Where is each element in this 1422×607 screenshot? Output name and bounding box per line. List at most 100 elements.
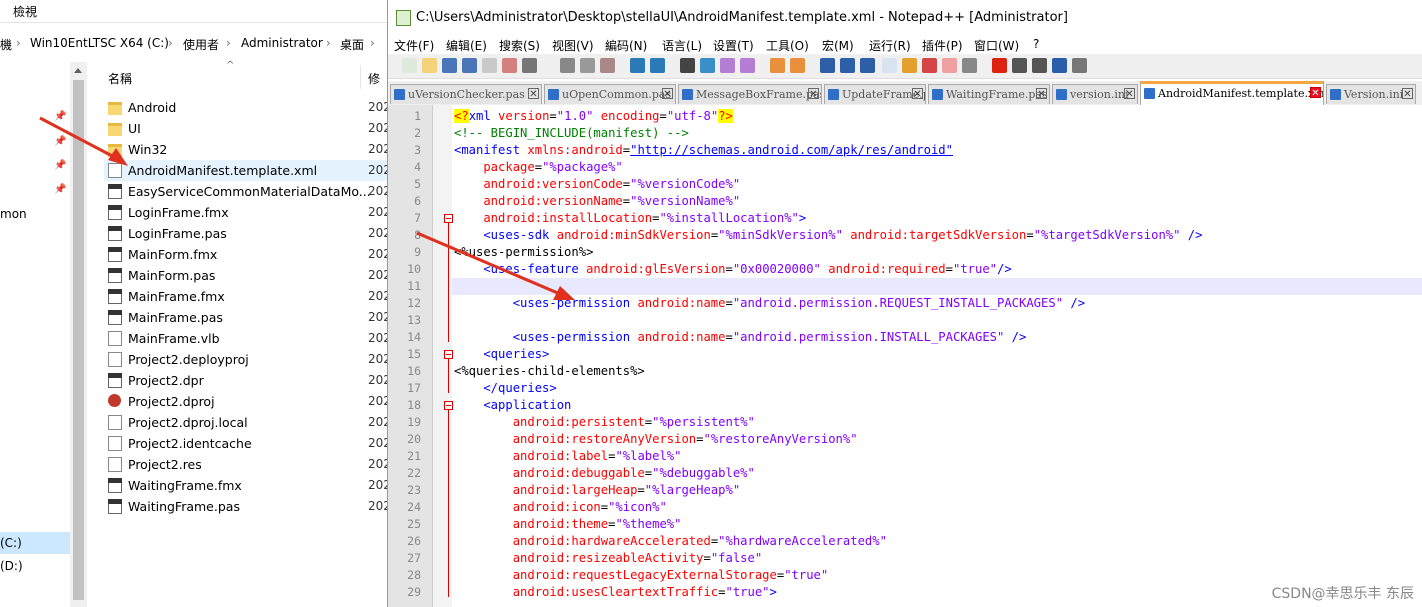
fold-minus-icon[interactable] (444, 350, 453, 359)
code-line[interactable]: android:resizeableActivity="false" (454, 550, 763, 567)
code-line[interactable]: <%queries-child-elements%> (454, 363, 645, 380)
menu-item[interactable]: 插件(P) (922, 37, 963, 54)
code-line[interactable]: <%uses-permission%> (454, 244, 593, 261)
file-row[interactable]: LoginFrame.fmx 202 (104, 202, 391, 223)
record-macro-icon[interactable] (992, 58, 1007, 73)
pin-icon[interactable]: 📌 (54, 160, 66, 171)
run-macro-icon[interactable] (1052, 58, 1067, 73)
zoom-in-icon[interactable] (720, 58, 735, 73)
breadcrumb-users[interactable]: 使用者 (183, 36, 219, 53)
zoom-out-icon[interactable] (740, 58, 755, 73)
find-icon[interactable] (680, 58, 695, 73)
file-row[interactable]: MainFrame.vlb 202 (104, 328, 391, 349)
sync-h-icon[interactable] (790, 58, 805, 73)
file-row[interactable]: Project2.dproj.local 202 (104, 412, 391, 433)
file-row[interactable]: UI 202 (104, 118, 391, 139)
tab-close-icon[interactable]: ✕ (1402, 88, 1413, 100)
code-line[interactable]: android:installLocation="%installLocatio… (454, 210, 806, 227)
stop-macro-icon[interactable] (1012, 58, 1027, 73)
file-row[interactable]: Project2.identcache 202 (104, 433, 391, 454)
paste-icon[interactable] (600, 58, 615, 73)
column-name[interactable]: 名稱 (108, 70, 132, 87)
scroll-up-icon[interactable] (74, 68, 82, 73)
tab-close-icon[interactable]: ✕ (912, 88, 923, 100)
code-line[interactable]: android:restoreAnyVersion="%restoreAnyVe… (454, 431, 858, 448)
close-icon[interactable] (482, 58, 497, 73)
code-line[interactable]: <uses-sdk android:minSdkVersion = "%minSdk… (454, 227, 1202, 244)
fold-minus-icon[interactable] (444, 214, 453, 223)
code-line[interactable]: <queries> (454, 346, 549, 363)
editor-tab[interactable]: AndroidManifest.template.xml ✕ (1140, 81, 1324, 105)
file-row[interactable]: LoginFrame.pas 202 (104, 223, 391, 244)
code-line[interactable]: android:icon="%icon%" (454, 499, 667, 516)
file-row[interactable]: Project2.res 202 (104, 454, 391, 475)
tab-close-icon[interactable]: ✕ (1124, 88, 1135, 100)
tab-close-icon[interactable]: ✕ (528, 88, 539, 100)
editor-tab[interactable]: WaitingFrame.pas ✕ (928, 84, 1050, 104)
code-line[interactable]: <uses-permission android:name="android.p… (454, 329, 1027, 346)
new-file-icon[interactable] (402, 58, 417, 73)
menu-item[interactable]: 窗口(W) (974, 37, 1019, 54)
file-row[interactable]: MainForm.fmx 202 (104, 244, 391, 265)
file-row[interactable]: Project2.dpr 202 (104, 370, 391, 391)
breadcrumb-drive[interactable]: Win10EntLTSC X64 (C:) (30, 36, 169, 50)
copy-icon[interactable] (580, 58, 595, 73)
file-row[interactable]: Android 202 (104, 97, 391, 118)
code-line[interactable]: package="%package%" (454, 159, 622, 176)
indent-guide-icon[interactable] (860, 58, 875, 73)
udl-icon[interactable] (882, 58, 897, 73)
all-chars-icon[interactable] (840, 58, 855, 73)
wrap-icon[interactable] (820, 58, 835, 73)
replace-icon[interactable] (700, 58, 715, 73)
breadcrumb-desktop[interactable]: 桌面 (340, 36, 364, 53)
column-divider[interactable] (360, 65, 361, 89)
menu-item[interactable]: 編码(N) (605, 37, 647, 54)
save-all-icon[interactable] (462, 58, 477, 73)
file-row[interactable]: Project2.deployproj 202 (104, 349, 391, 370)
tab-close-icon[interactable]: ✕ (808, 88, 819, 100)
code-line[interactable]: <uses-feature android:glEsVersion="0x000… (454, 261, 1011, 278)
menu-item[interactable]: ? (1033, 37, 1039, 51)
code-line[interactable]: <!-- BEGIN_INCLUDE(manifest) --> (454, 125, 689, 142)
code-line[interactable]: android:theme="%theme%" (454, 516, 682, 533)
save-icon[interactable] (442, 58, 457, 73)
code-line[interactable]: <uses-permission android:name="android.p… (454, 295, 1085, 312)
pin-icon[interactable]: 📌 (54, 184, 66, 195)
tab-close-icon[interactable]: ✕ (1036, 88, 1047, 100)
doc-map-icon[interactable] (902, 58, 917, 73)
pin-icon[interactable]: 📌 (54, 111, 66, 122)
file-row[interactable]: MainForm.pas 202 (104, 265, 391, 286)
tab-close-icon[interactable]: ✕ (662, 88, 673, 100)
code-line[interactable]: android:largeHeap="%largeHeap%" (454, 482, 740, 499)
ribbon-tab-view[interactable]: 檢視 (13, 3, 37, 20)
menu-item[interactable]: 搜索(S) (499, 37, 540, 54)
menu-item[interactable]: 语言(L) (662, 37, 702, 54)
nav-item-drive-c[interactable]: (C:) (0, 532, 70, 554)
close-all-icon[interactable] (502, 58, 517, 73)
code-line[interactable]: android:requestLegacyExternalStorage="tr… (454, 567, 829, 584)
function-list-icon[interactable] (922, 58, 937, 73)
menu-item[interactable]: 视图(V) (552, 37, 594, 54)
save-macro-icon[interactable] (1072, 58, 1087, 73)
code-editor[interactable]: 1 2 3 4 5 6 7 8 9 10 11 12 13 14 15 16 17 18 19 20 21 22 23 24 2… (388, 105, 1422, 607)
file-row[interactable]: MainFrame.pas 202 (104, 307, 391, 328)
folder-workspace-icon[interactable] (942, 58, 957, 73)
menu-item[interactable]: 工具(O) (766, 37, 809, 54)
breadcrumb-admin[interactable]: Administrator (241, 36, 323, 50)
code-line[interactable]: android:debuggable="%debuggable%" (454, 465, 755, 482)
address-bar[interactable]: 機 › Win10EntLTSC X64 (C:) › 使用者 › Admini… (0, 33, 388, 55)
editor-tab[interactable]: Version.ini ✕ (1326, 84, 1416, 104)
cut-icon[interactable] (560, 58, 575, 73)
sync-v-icon[interactable] (770, 58, 785, 73)
menu-item[interactable]: 文件(F) (394, 37, 434, 54)
file-row[interactable]: WaitingFrame.pas 202 (104, 496, 391, 517)
file-row[interactable]: MainFrame.fmx 202 (104, 286, 391, 307)
tab-close-icon[interactable]: ✕ (1310, 87, 1321, 99)
code-line[interactable]: android:versionName="%versionName%" (454, 193, 740, 210)
editor-tab[interactable]: uVersionChecker.pas ✕ (390, 84, 542, 104)
editor-tab[interactable]: uOpenCommon.pas ✕ (544, 84, 676, 104)
menu-item[interactable]: 宏(M) (822, 37, 854, 54)
editor-tab[interactable]: version.ini ✕ (1052, 84, 1138, 104)
menu-item[interactable]: 运行(R) (869, 37, 911, 54)
code-line[interactable]: android:versionCode="%versionCode%" (454, 176, 740, 193)
